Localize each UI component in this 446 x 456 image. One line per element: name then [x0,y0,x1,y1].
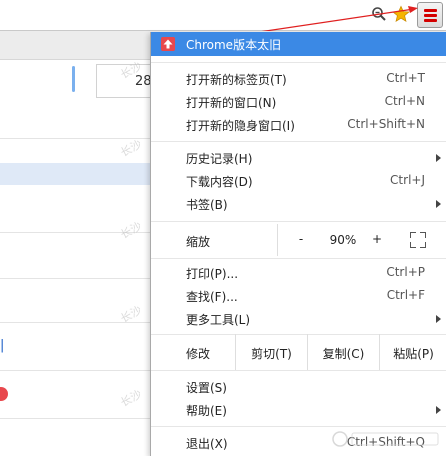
fullscreen-icon[interactable] [410,232,426,248]
menu-item-bookmarks[interactable]: 书签(B) [151,193,446,215]
menu-separator [151,258,446,259]
menu-item-label: 历史记录(H) [186,152,253,166]
row-divider [0,138,150,139]
row-divider [0,418,150,419]
menu-item-label: 打开新的隐身窗口(I) [186,119,295,133]
menu-separator [151,62,446,63]
cut-button-label: 剪切(T) [251,347,292,361]
menu-item-label: 打开新的窗口(N) [186,96,277,110]
menu-item-shortcut: Ctrl+Shift+N [347,117,425,131]
hamburger-menu-icon [424,9,437,12]
submenu-arrow-icon [436,406,441,414]
menu-item-downloads[interactable]: 下载内容(D) Ctrl+J [151,170,446,192]
menu-item-label: 更多工具(L) [186,313,251,327]
menu-item-new-window[interactable]: 打开新的窗口(N) Ctrl+N [151,91,446,113]
menu-item-print[interactable]: 打印(P)... Ctrl+P [151,262,446,284]
zoom-out-button[interactable]: - [294,232,308,246]
paste-button-label: 粘贴(P) [393,347,434,361]
zoom-row: 缩放 - 90% + [151,224,446,256]
paste-button[interactable]: 粘贴(P) [379,334,446,370]
zoom-in-button[interactable]: + [370,232,384,246]
menu-item-history[interactable]: 历史记录(H) [151,147,446,169]
submenu-arrow-icon [436,315,441,323]
menu-item-label: 打开新的标签页(T) [186,73,287,87]
edit-label: 修改 [186,347,211,361]
menu-item-label: 下载内容(D) [186,175,253,189]
link-fragment[interactable]: | [0,338,4,353]
zoom-controls: - 90% + [277,224,446,256]
menu-item-shortcut: Ctrl+J [390,173,425,187]
submenu-arrow-icon [436,154,441,162]
row-divider [0,370,150,371]
menu-item-label: 打印(P)... [186,267,239,281]
menu-separator [151,221,446,222]
magnifier-minus-icon[interactable] [371,6,387,22]
menu-item-shortcut: Ctrl+T [386,71,425,85]
menu-item-label: 退出(X) [186,437,228,451]
copy-button[interactable]: 复制(C) [307,334,379,370]
update-chrome-label: Chrome版本太旧 [186,38,282,52]
update-arrow-icon [161,37,175,51]
menu-item-shortcut: Ctrl+N [384,94,425,108]
hamburger-menu-button[interactable] [417,2,443,28]
menu-separator [151,141,446,142]
menu-item-label: 设置(S) [186,381,227,395]
menu-separator [151,370,446,371]
star-icon[interactable] [392,5,410,23]
page-accent-mark [72,66,75,92]
toolbar [0,0,446,31]
copy-button-label: 复制(C) [322,347,365,361]
baidu-logo-watermark [332,431,439,447]
zoom-label: 缩放 [186,235,211,249]
menu-item-more-tools[interactable]: 更多工具(L) [151,308,446,330]
hamburger-bar [424,14,437,17]
chrome-menu: Chrome版本太旧 打开新的标签页(T) Ctrl+T 打开新的窗口(N) C… [150,32,446,456]
menu-item-label: 查找(F)... [186,290,238,304]
update-chrome-item[interactable]: Chrome版本太旧 [151,32,446,56]
menu-item-label: 书签(B) [186,198,228,212]
hamburger-bar [424,19,437,22]
menu-item-label: 帮助(E) [186,404,227,418]
zoom-value: 90% [329,233,357,247]
menu-item-new-incognito-window[interactable]: 打开新的隐身窗口(I) Ctrl+Shift+N [151,114,446,136]
row-divider [0,278,150,279]
edit-row: 修改 剪切(T) 复制(C) 粘贴(P) [151,334,446,370]
menu-item-new-tab[interactable]: 打开新的标签页(T) Ctrl+T [151,68,446,90]
menu-item-shortcut: Ctrl+F [386,288,425,302]
menu-separator [151,426,446,427]
menu-item-find[interactable]: 查找(F)... Ctrl+F [151,285,446,307]
cut-button[interactable]: 剪切(T) [235,334,307,370]
menu-item-shortcut: Ctrl+P [386,265,425,279]
menu-item-settings[interactable]: 设置(S) [151,376,446,398]
submenu-arrow-icon [436,200,441,208]
table-row[interactable] [0,163,150,185]
menu-item-help[interactable]: 帮助(E) [151,399,446,421]
